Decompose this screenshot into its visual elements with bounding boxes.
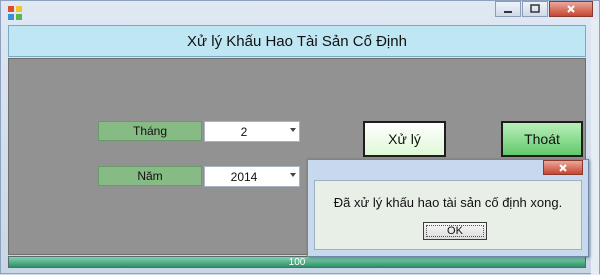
- app-icon: [7, 5, 23, 21]
- month-label: Tháng: [98, 121, 202, 141]
- window-controls: [494, 1, 593, 17]
- dialog-body: Đã xử lý khấu hao tài sản cố định xong. …: [314, 180, 582, 250]
- focus-rect: [426, 225, 484, 237]
- progress-bar: 100: [8, 256, 586, 268]
- ok-button[interactable]: OK: [423, 222, 487, 240]
- minimize-button[interactable]: [495, 1, 521, 17]
- process-button[interactable]: Xử lý: [363, 121, 446, 157]
- main-window: Xử lý Khấu Hao Tài Sản Cố Định Tháng 2 N…: [0, 0, 600, 275]
- dialog-close-button[interactable]: [543, 160, 583, 175]
- year-label: Năm: [98, 166, 202, 186]
- maximize-button[interactable]: [522, 1, 548, 17]
- close-icon: [559, 163, 567, 172]
- exit-button[interactable]: Thoát: [501, 121, 583, 157]
- chevron-down-icon: [290, 128, 296, 132]
- year-select[interactable]: 2014: [204, 166, 300, 187]
- month-select-value: 2: [240, 124, 248, 139]
- close-window-button[interactable]: [549, 1, 593, 17]
- year-select-value: 2014: [230, 169, 258, 184]
- month-select[interactable]: 2: [204, 121, 300, 142]
- progress-text: 100: [288, 257, 306, 268]
- minimize-icon: [504, 11, 512, 13]
- dialog-message: Đã xử lý khấu hao tài sản cố định xong.: [333, 195, 563, 210]
- close-icon: [567, 5, 575, 13]
- form-title: Xử lý Khấu Hao Tài Sản Cố Định: [8, 25, 586, 57]
- message-dialog: Đã xử lý khấu hao tài sản cố định xong. …: [307, 159, 589, 257]
- background-strip: [591, 19, 599, 275]
- chevron-down-icon: [290, 173, 296, 177]
- maximize-icon: [530, 4, 540, 13]
